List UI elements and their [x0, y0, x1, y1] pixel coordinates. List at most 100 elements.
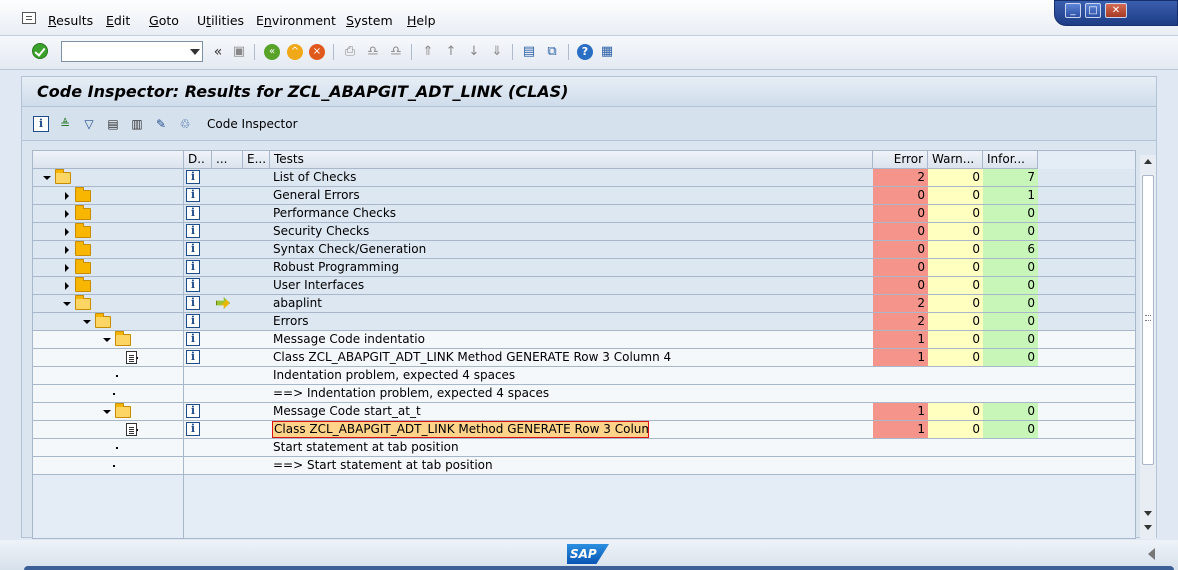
filter-icon[interactable]: ▽ — [81, 116, 97, 132]
chevron-down-icon[interactable] — [190, 49, 200, 55]
expand-arrow-icon[interactable] — [83, 320, 91, 324]
test-name-cell[interactable]: List of Checks — [273, 169, 356, 186]
test-name-cell[interactable]: Class ZCL_ABAPGIT_ADT_LINK Method GENERA… — [273, 349, 671, 366]
menu-goto[interactable]: Goto — [149, 13, 179, 28]
table-row[interactable]: i Errors 2 0 0 — [33, 313, 1135, 331]
table-row[interactable]: i Syntax Check/Generation 0 0 6 — [33, 241, 1135, 259]
help-icon[interactable]: ? — [577, 44, 593, 60]
test-name-cell[interactable]: ==> Indentation problem, expected 4 spac… — [273, 385, 549, 402]
columns-icon[interactable]: ▥ — [129, 116, 145, 132]
expand-arrow-icon[interactable] — [43, 176, 51, 180]
delete-icon[interactable]: ♲ — [177, 116, 193, 132]
test-name-cell[interactable]: abaplint — [273, 295, 322, 312]
menu-edit[interactable]: Edit — [106, 13, 130, 28]
information-icon[interactable]: i — [186, 278, 200, 292]
information-icon[interactable]: i — [186, 422, 200, 436]
test-name-cell[interactable]: Start statement at tab position — [273, 439, 459, 456]
table-row[interactable]: Start statement at tab position — [33, 439, 1135, 457]
shortcut-icon[interactable]: ⧉ — [544, 44, 560, 60]
information-icon[interactable]: i — [186, 296, 200, 310]
information-icon[interactable]: i — [33, 116, 49, 132]
menu-environment[interactable]: Environment — [256, 13, 336, 28]
find-icon[interactable]: ♎ — [365, 44, 381, 60]
close-icon[interactable]: ✕ — [1105, 3, 1127, 18]
exit-icon[interactable]: ^ — [287, 44, 303, 60]
information-icon[interactable]: i — [186, 188, 200, 202]
table-row[interactable]: i Class ZCL_ABAPGIT_ADT_LINK Method GENER… — [33, 421, 1135, 439]
test-name-cell[interactable]: General Errors — [273, 187, 360, 204]
edit-icon[interactable]: ✎ — [153, 116, 169, 132]
information-icon[interactable]: i — [186, 332, 200, 346]
expand-arrow-icon[interactable] — [103, 338, 111, 342]
check-icon[interactable] — [32, 43, 48, 59]
vertical-scrollbar[interactable] — [1140, 155, 1156, 539]
table-row[interactable]: i Class ZCL_ABAPGIT_ADT_LINK Method GENER… — [33, 349, 1135, 367]
table-row[interactable]: i Robust Programming 0 0 0 — [33, 259, 1135, 277]
menu-help[interactable]: Help — [407, 13, 436, 28]
execute-arrow-icon[interactable] — [216, 297, 230, 309]
collapse-arrow-icon[interactable] — [65, 210, 69, 218]
menu-results[interactable]: Results — [48, 13, 93, 28]
information-icon[interactable]: i — [186, 350, 200, 364]
test-name-cell[interactable]: Performance Checks — [273, 205, 396, 222]
table-row[interactable]: i List of Checks 2 0 7 — [33, 169, 1135, 187]
customize-layout-icon[interactable]: ▦ — [599, 44, 615, 60]
table-row[interactable]: Indentation problem, expected 4 spaces — [33, 367, 1135, 385]
results-tree-table[interactable]: D.. ... E... Tests Error Warn... Infor..… — [32, 150, 1136, 539]
test-name-cell[interactable]: Indentation problem, expected 4 spaces — [273, 367, 515, 384]
find-next-icon[interactable]: ♎ — [388, 44, 404, 60]
back-icon[interactable]: « — [264, 44, 280, 60]
column-header-warning[interactable]: Warn... — [928, 151, 983, 169]
test-name-cell[interactable]: Robust Programming — [273, 259, 399, 276]
table-row[interactable]: ==> Indentation problem, expected 4 spac… — [33, 385, 1135, 403]
column-header-hierarchy[interactable] — [33, 151, 184, 169]
back-double-icon[interactable]: « — [210, 44, 226, 60]
column-header-dots[interactable]: ... — [212, 151, 243, 169]
test-name-cell[interactable]: Message Code indentatio — [273, 331, 425, 348]
column-header-error[interactable]: Error — [873, 151, 928, 169]
column-header-information[interactable]: Infor... — [983, 151, 1038, 169]
scroll-end-icon[interactable] — [1144, 525, 1152, 530]
save-icon[interactable]: ▣ — [231, 44, 247, 60]
information-icon[interactable]: i — [186, 314, 200, 328]
information-icon[interactable]: i — [186, 170, 200, 184]
table-row[interactable]: i Performance Checks 0 0 0 — [33, 205, 1135, 223]
table-row[interactable]: i abaplint 2 0 0 — [33, 295, 1135, 313]
cancel-icon[interactable]: × — [309, 44, 325, 60]
minimize-icon[interactable]: _ — [1065, 3, 1081, 18]
hierarchy-icon[interactable]: ≜ — [57, 116, 73, 132]
maximize-icon[interactable]: □ — [1085, 3, 1101, 18]
expand-arrow-icon[interactable] — [63, 302, 71, 306]
collapse-arrow-icon[interactable] — [65, 246, 69, 254]
column-header-tests[interactable]: Tests — [270, 151, 873, 169]
menu-system[interactable]: System — [346, 13, 393, 28]
test-name-cell[interactable]: Message Code start_at_t — [273, 403, 421, 420]
collapse-arrow-icon[interactable] — [65, 192, 69, 200]
test-name-cell[interactable]: Errors — [273, 313, 309, 330]
collapse-arrow-icon[interactable] — [65, 228, 69, 236]
information-icon[interactable]: i — [186, 260, 200, 274]
column-header-d[interactable]: D.. — [184, 151, 212, 169]
information-icon[interactable]: i — [186, 206, 200, 220]
test-name-cell[interactable]: User Interfaces — [273, 277, 364, 294]
print-icon[interactable]: ⎙ — [342, 44, 358, 60]
collapse-arrow-icon[interactable] — [65, 264, 69, 272]
command-field[interactable] — [61, 41, 203, 62]
table-row[interactable]: i General Errors 0 0 1 — [33, 187, 1135, 205]
status-toggle-icon[interactable] — [1148, 548, 1155, 560]
table-row[interactable]: ==> Start statement at tab position — [33, 457, 1135, 475]
menu-icon[interactable] — [22, 12, 36, 24]
table-row[interactable]: i Message Code indentatio 1 0 0 — [33, 331, 1135, 349]
create-session-icon[interactable]: ▤ — [521, 44, 537, 60]
document-icon[interactable]: ▤ — [105, 116, 121, 132]
table-row[interactable]: i Message Code start_at_t 1 0 0 — [33, 403, 1135, 421]
test-name-cell[interactable]: ==> Start statement at tab position — [273, 457, 493, 474]
first-page-icon[interactable]: ⇑ — [420, 44, 436, 60]
scroll-down-icon[interactable] — [1144, 511, 1152, 516]
test-name-cell[interactable]: Syntax Check/Generation — [273, 241, 426, 258]
table-row[interactable]: i Security Checks 0 0 0 — [33, 223, 1135, 241]
menu-utilities[interactable]: Utilities — [197, 13, 244, 28]
information-icon[interactable]: i — [186, 242, 200, 256]
table-row[interactable]: i User Interfaces 0 0 0 — [33, 277, 1135, 295]
test-name-cell[interactable]: Class ZCL_ABAPGIT_ADT_LINK Method GENERA… — [272, 421, 649, 438]
